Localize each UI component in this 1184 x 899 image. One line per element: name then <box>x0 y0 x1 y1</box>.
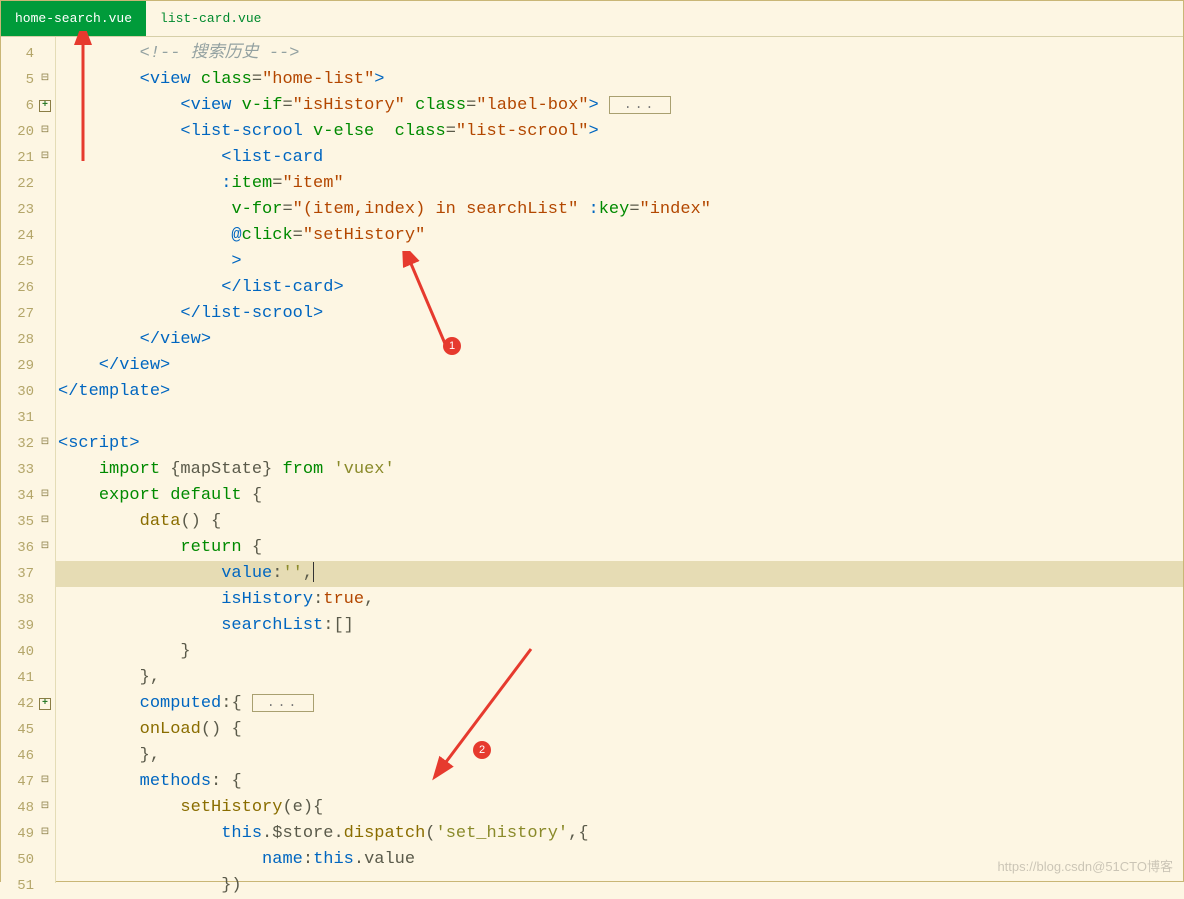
fold-icon[interactable]: + <box>39 698 51 710</box>
annotation-badge-1: 1 <box>443 337 461 355</box>
line-gutter: 4 5⊟ 6+ 20⊟ 21⊟ 22 23 24 25 26 27 28 29 … <box>1 37 56 883</box>
tab-list-card[interactable]: list-card.vue <box>146 1 275 36</box>
text-cursor <box>313 562 314 582</box>
annotation-badge-2: 2 <box>473 741 491 759</box>
tab-home-search[interactable]: home-search.vue <box>1 1 146 36</box>
fold-icon[interactable]: + <box>39 100 51 112</box>
code-editor[interactable]: 4 5⊟ 6+ 20⊟ 21⊟ 22 23 24 25 26 27 28 29 … <box>1 37 1183 883</box>
watermark: https://blog.csdn@51CTO博客 <box>997 856 1173 875</box>
fold-placeholder[interactable]: ... <box>609 96 671 114</box>
tab-bar: home-search.vue list-card.vue <box>1 1 1183 37</box>
fold-placeholder[interactable]: ... <box>252 694 314 712</box>
current-line: value:'', <box>56 561 1183 587</box>
code-area[interactable]: <!-- 搜索历史 --> <view class="home-list"> <… <box>56 37 1183 883</box>
